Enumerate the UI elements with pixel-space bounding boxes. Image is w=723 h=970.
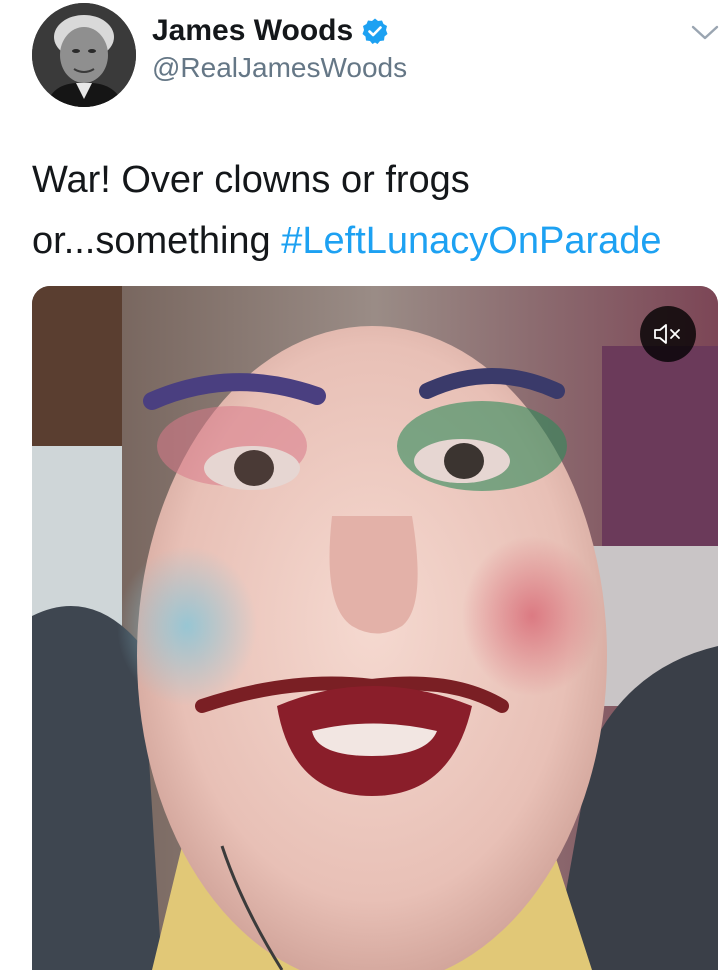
video-player[interactable]: [32, 286, 718, 970]
avatar[interactable]: [32, 3, 136, 107]
mute-toggle-button[interactable]: [640, 306, 696, 362]
author-handle[interactable]: @RealJamesWoods: [152, 52, 407, 84]
video-frame: [32, 286, 718, 970]
tweet-card: James Woods @RealJamesWoods War! Over cl…: [0, 0, 723, 970]
speaker-muted-icon: [654, 324, 680, 344]
hashtag-link[interactable]: #LeftLunacyOnParade: [281, 220, 661, 262]
author-display-name[interactable]: James Woods: [152, 14, 353, 48]
author-name-row: James Woods: [152, 14, 389, 48]
tweet-text: War! Over clowns or frogs or...something…: [32, 150, 712, 272]
verified-badge-icon: [361, 17, 389, 45]
chevron-down-icon[interactable]: [691, 22, 719, 44]
